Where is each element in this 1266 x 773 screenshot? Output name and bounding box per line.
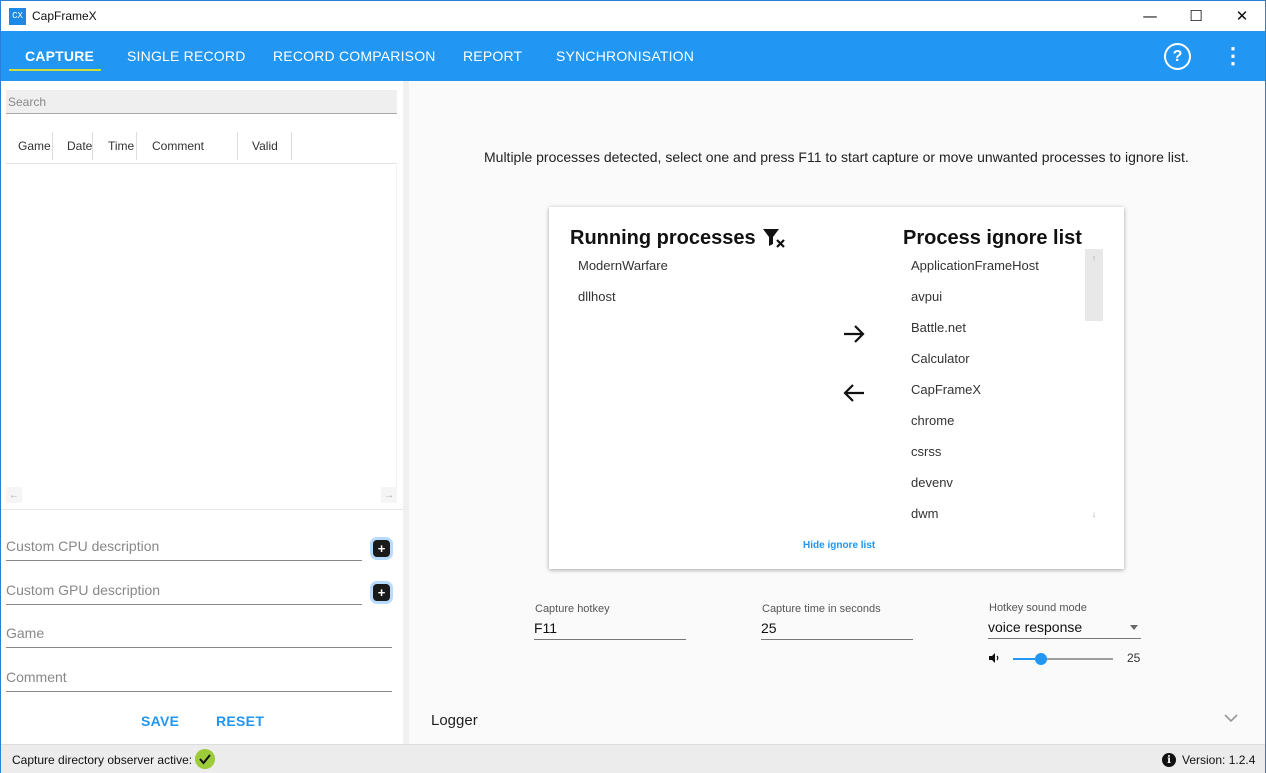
ignore-list-title: Process ignore list xyxy=(903,227,1082,249)
ignored-process-item[interactable]: csrss xyxy=(911,444,941,459)
column-divider[interactable] xyxy=(52,132,53,160)
minimize-button[interactable]: — xyxy=(1127,1,1173,31)
hotkey-label: Capture hotkey xyxy=(535,603,610,615)
scroll-up-icon[interactable]: ↑ xyxy=(1085,251,1103,265)
active-tab-indicator xyxy=(9,69,101,71)
add-gpu-button[interactable]: + xyxy=(373,584,390,601)
running-process-item[interactable]: ModernWarfare xyxy=(578,258,668,273)
running-process-item[interactable]: dllhost xyxy=(578,289,616,304)
cpu-description-field[interactable]: Custom CPU description xyxy=(6,533,362,561)
save-button[interactable]: SAVE xyxy=(141,713,179,729)
close-button[interactable]: ✕ xyxy=(1219,1,1265,31)
add-cpu-button[interactable]: + xyxy=(373,540,390,557)
scroll-right-icon[interactable]: → xyxy=(381,487,397,503)
app-window: CX CapFrameX — ☐ ✕ CAPTURE SINGLE RECORD… xyxy=(0,0,1266,773)
title-bar: CX CapFrameX — ☐ ✕ xyxy=(1,1,1265,31)
sound-mode-label: Hotkey sound mode xyxy=(989,602,1087,614)
check-icon xyxy=(195,749,215,769)
records-panel: Search Game Date Time Comment Valid ← → … xyxy=(1,81,403,744)
ignore-list-scrollbar[interactable]: ↑ ↓ xyxy=(1085,249,1103,521)
tab-capture[interactable]: CAPTURE xyxy=(25,31,94,81)
column-divider[interactable] xyxy=(291,132,292,160)
maximize-button[interactable]: ☐ xyxy=(1173,1,1219,31)
ignored-process-item[interactable]: devenv xyxy=(911,475,953,490)
observer-status-text: Capture directory observer active: xyxy=(12,753,193,767)
logger-expander[interactable]: Logger xyxy=(409,698,1265,744)
more-options-icon[interactable]: ⋮ xyxy=(1222,43,1244,68)
capture-instruction: Multiple processes detected, select one … xyxy=(484,149,1189,165)
tab-synchronisation[interactable]: SYNCHRONISATION xyxy=(556,31,694,81)
volume-slider-thumb[interactable] xyxy=(1035,653,1047,665)
ignored-process-item[interactable]: Battle.net xyxy=(911,320,966,335)
sound-mode-value: voice response xyxy=(988,619,1083,635)
game-field[interactable]: Game xyxy=(6,620,392,648)
arrow-right-icon[interactable] xyxy=(841,321,867,347)
chevron-down-icon[interactable] xyxy=(1223,712,1239,724)
ignored-process-item[interactable]: chrome xyxy=(911,413,954,428)
help-icon[interactable]: ? xyxy=(1164,43,1191,70)
column-header-valid[interactable]: Valid xyxy=(252,129,278,164)
ignored-process-item[interactable]: CapFrameX xyxy=(911,382,981,397)
column-divider[interactable] xyxy=(136,132,137,160)
info-icon[interactable]: i xyxy=(1162,753,1176,767)
column-header-time[interactable]: Time xyxy=(108,129,134,164)
tab-report[interactable]: REPORT xyxy=(463,31,522,81)
ignored-process-item[interactable]: ApplicationFrameHost xyxy=(911,258,1039,273)
column-header-comment[interactable]: Comment xyxy=(152,129,204,164)
panel-divider xyxy=(1,509,403,510)
hide-ignore-list-link[interactable]: Hide ignore list xyxy=(803,540,875,551)
column-header-date[interactable]: Date xyxy=(67,129,92,164)
app-logo-icon: CX xyxy=(9,7,26,25)
window-controls: — ☐ ✕ xyxy=(1127,1,1265,31)
main-nav: CAPTURE SINGLE RECORD RECORD COMPARISON … xyxy=(1,31,1265,81)
ignored-process-item[interactable]: avpui xyxy=(911,289,942,304)
column-divider[interactable] xyxy=(92,132,93,160)
tab-record-comparison[interactable]: RECORD COMPARISON xyxy=(273,31,436,81)
status-bar: Capture directory observer active: i Ver… xyxy=(1,744,1265,773)
process-selection-card: Running processes Process ignore list Mo… xyxy=(549,207,1124,569)
records-grid-body[interactable] xyxy=(6,165,397,487)
comment-field[interactable]: Comment xyxy=(6,664,392,692)
hotkey-input[interactable]: F11 xyxy=(534,618,686,640)
arrow-left-icon[interactable] xyxy=(841,380,867,406)
scroll-left-icon[interactable]: ← xyxy=(6,487,22,503)
volume-icon xyxy=(989,653,999,663)
capture-time-label: Capture time in seconds xyxy=(762,603,881,615)
version-text: Version: 1.2.4 xyxy=(1182,753,1256,767)
volume-slider[interactable] xyxy=(1013,653,1113,665)
tab-single-record[interactable]: SINGLE RECORD xyxy=(127,31,246,81)
logger-label: Logger xyxy=(431,712,478,729)
reset-button[interactable]: RESET xyxy=(216,713,264,729)
gpu-description-field[interactable]: Custom GPU description xyxy=(6,577,362,605)
ignored-process-item[interactable]: dwm xyxy=(911,506,938,521)
ignored-process-item[interactable]: Calculator xyxy=(911,351,970,366)
filter-clear-icon[interactable] xyxy=(762,227,786,249)
sound-mode-select[interactable]: voice response xyxy=(988,617,1141,639)
running-processes-title: Running processes xyxy=(570,227,756,249)
capture-time-input[interactable]: 25 xyxy=(761,618,913,640)
search-input[interactable]: Search xyxy=(6,90,397,114)
scroll-down-icon[interactable]: ↓ xyxy=(1085,507,1103,521)
records-grid-header: Game Date Time Comment Valid xyxy=(6,129,397,164)
chevron-down-icon xyxy=(1130,625,1138,630)
column-header-game[interactable]: Game xyxy=(18,129,51,164)
column-divider[interactable] xyxy=(237,132,238,160)
horizontal-scrollbar[interactable]: ← → xyxy=(6,487,397,503)
volume-value: 25 xyxy=(1127,651,1141,665)
window-title: CapFrameX xyxy=(32,9,97,23)
